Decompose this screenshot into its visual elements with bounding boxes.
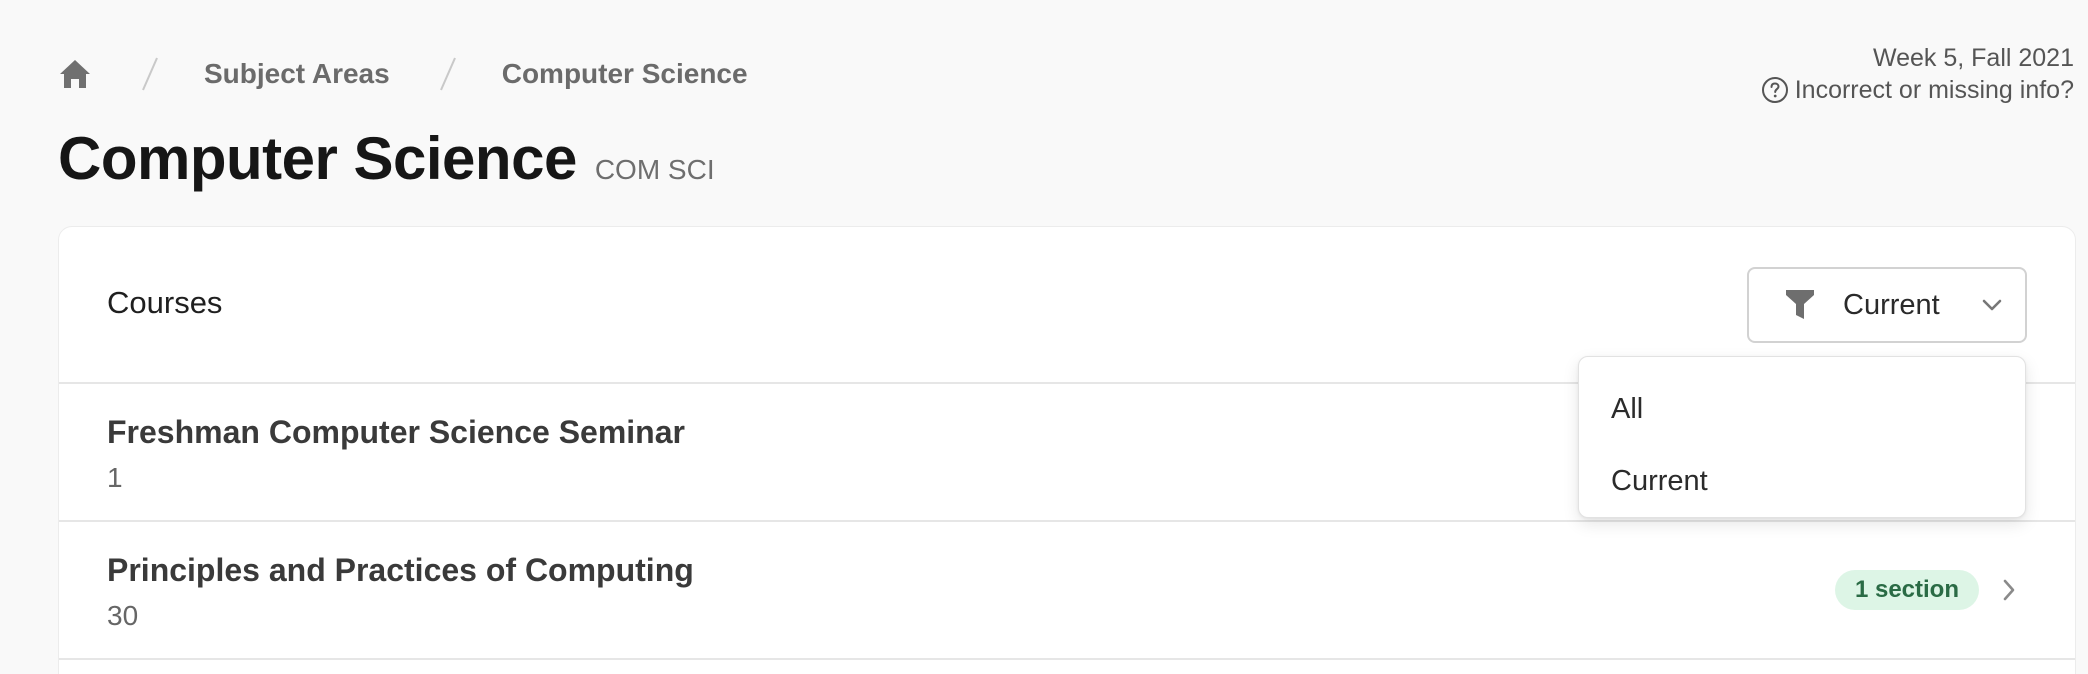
term-label: Week 5, Fall 2021: [1872, 44, 2074, 72]
chevron-right-icon[interactable]: [1999, 577, 2019, 603]
page-title: Computer Science: [58, 125, 577, 192]
chevron-down-icon: [1981, 294, 2003, 316]
term-info: Week 5, Fall 2021 Incorrect or missing i…: [1761, 42, 2074, 109]
course-name: Principles and Practices of Computing: [107, 552, 694, 588]
page: Subject Areas Computer Science Week 5, F…: [0, 0, 2088, 674]
course-row-meta: 1 section: [1834, 570, 2019, 610]
breadcrumb: Subject Areas Computer Science: [58, 52, 748, 96]
home-icon[interactable]: [58, 57, 92, 91]
course-number: 1: [107, 462, 123, 493]
filter-selected-label: Current: [1843, 288, 1940, 321]
breadcrumb-subject-areas[interactable]: Subject Areas: [204, 58, 390, 90]
title-row: Computer Science COM SCI: [58, 124, 715, 193]
course-name: Freshman Computer Science Seminar: [107, 414, 685, 450]
filter-dropdown-menu: All Current: [1578, 356, 2026, 518]
breadcrumb-computer-science[interactable]: Computer Science: [502, 58, 748, 90]
breadcrumb-separator: [130, 54, 170, 94]
subject-code: COM SCI: [594, 154, 715, 185]
question-circle-icon: [1761, 76, 1789, 104]
course-number: 30: [107, 600, 139, 631]
funnel-icon: [1785, 289, 1815, 321]
report-issue-link[interactable]: Incorrect or missing info?: [1761, 74, 2074, 106]
filter-dropdown-button[interactable]: Current: [1747, 267, 2027, 343]
filter-option-current[interactable]: Current: [1579, 445, 2025, 517]
courses-card-title: Courses: [107, 285, 223, 320]
course-row[interactable]: Principles and Practices of Computing 30…: [59, 522, 2075, 660]
report-issue-label: Incorrect or missing info?: [1794, 76, 2074, 104]
section-count-badge: 1 section: [1834, 570, 1979, 610]
breadcrumb-separator: [428, 54, 468, 94]
filter-option-all[interactable]: All: [1579, 373, 2025, 445]
